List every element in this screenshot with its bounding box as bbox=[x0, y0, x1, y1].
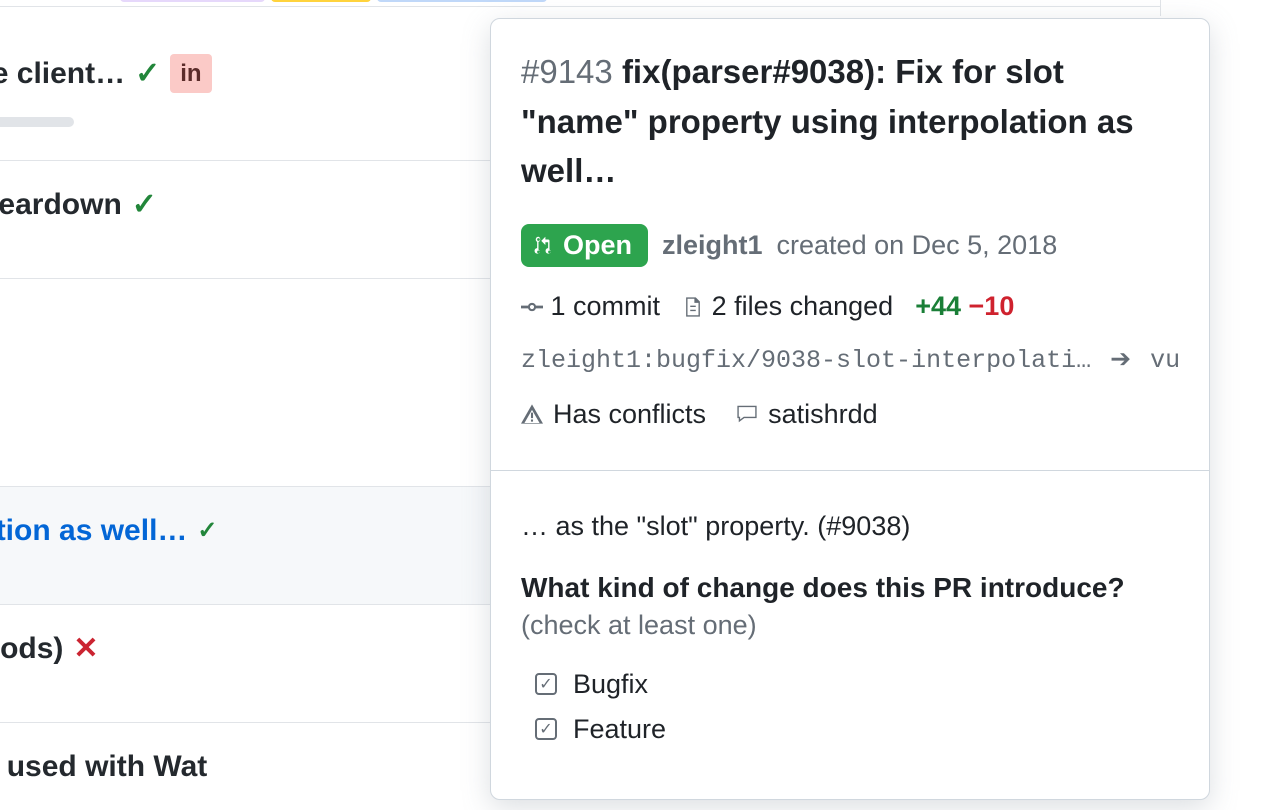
panel-body: … as the "slot" property. (#9038) What k… bbox=[491, 471, 1209, 799]
pr-title: ng type even when used with Wat bbox=[0, 747, 207, 786]
additions: +44 bbox=[915, 291, 961, 321]
label-badge: in bbox=[170, 54, 211, 93]
body-hint: (check at least one) bbox=[521, 610, 1179, 641]
check-icon: ✓ bbox=[132, 185, 157, 224]
conflicts: Has conflicts bbox=[521, 399, 706, 430]
list-item[interactable]: nks.css.map) in the client… ✓ in 2 of 13 bbox=[0, 0, 490, 161]
pr-full-title: #9143 fix(parser#9038): Fix for slot "na… bbox=[521, 47, 1179, 196]
list-item[interactable]: r ✓ bbox=[0, 279, 490, 487]
commits-text: 1 commit bbox=[551, 291, 661, 321]
diff-stats: +44 −10 bbox=[915, 291, 1014, 322]
progress-bar bbox=[0, 117, 74, 127]
list-item[interactable]: ng type even when used with Wat bbox=[0, 723, 490, 810]
checkbox-icon[interactable]: ✓ bbox=[535, 718, 557, 740]
pr-author[interactable]: zleight1 bbox=[662, 230, 763, 261]
pr-detail-panel: #9143 fix(parser#9038): Fix for slot "na… bbox=[490, 18, 1210, 800]
files-text: 2 files changed bbox=[712, 291, 894, 321]
checklist: ✓ Bugfix ✓ Feature bbox=[521, 669, 1179, 745]
commenter[interactable]: satishrdd bbox=[736, 399, 878, 430]
pr-created: created on Dec 5, 2018 bbox=[777, 230, 1058, 261]
branch-line: zleight1:bugfix/9038-slot-interpolati… ➔… bbox=[521, 344, 1179, 375]
pr-list: nks.css.map) in the client… ✓ in 2 of 13… bbox=[0, 0, 490, 810]
panel-header: #9143 fix(parser#9038): Fix for slot "na… bbox=[491, 19, 1209, 471]
state-badge: Open bbox=[521, 224, 648, 267]
git-commit-icon bbox=[521, 296, 543, 318]
list-item-active[interactable]: rty using interpolation as well… ✓ bbox=[0, 487, 490, 605]
conflicts-text: Has conflicts bbox=[553, 399, 706, 430]
pr-title: e current watcher teardown bbox=[0, 185, 122, 224]
alert-icon bbox=[521, 403, 543, 425]
file-diff-icon bbox=[682, 296, 704, 318]
body-snippet: … as the "slot" property. (#9038) bbox=[521, 511, 1179, 542]
deletions: −10 bbox=[969, 291, 1015, 321]
header-vertical-rule bbox=[1160, 0, 1161, 16]
branch-to[interactable]: vuejs:d… bbox=[1150, 346, 1179, 375]
x-icon: ✕ bbox=[73, 629, 98, 668]
commenter-name: satishrdd bbox=[768, 399, 878, 430]
check-icon: ✓ bbox=[135, 54, 160, 93]
check-item: ✓ Feature bbox=[535, 714, 1179, 745]
pr-number: #9143 bbox=[521, 53, 613, 90]
branch-from[interactable]: zleight1:bugfix/9038-slot-interpolati… bbox=[521, 346, 1091, 375]
conflict-line: Has conflicts satishrdd bbox=[521, 399, 1179, 430]
comment-icon bbox=[736, 403, 758, 425]
pr-title-text: fix(parser#9038): Fix for slot "name" pr… bbox=[521, 53, 1134, 189]
body-question: What kind of change does this PR introdu… bbox=[521, 572, 1179, 604]
git-pull-request-icon bbox=[533, 234, 555, 256]
commits[interactable]: 1 commit bbox=[521, 291, 660, 322]
tasklist: 2 of 13 bbox=[0, 107, 74, 136]
check-label: Feature bbox=[573, 714, 666, 745]
files-changed[interactable]: 2 files changed bbox=[682, 291, 893, 322]
commit-line: 1 commit 2 files changed +44 −10 bbox=[521, 291, 1179, 322]
pr-title: rty using interpolation as well… bbox=[0, 511, 187, 550]
status-line: Open zleight1 created on Dec 5, 2018 bbox=[521, 224, 1179, 267]
pr-title: osted special methods) bbox=[0, 629, 63, 668]
check-label: Bugfix bbox=[573, 669, 648, 700]
checkbox-icon[interactable]: ✓ bbox=[535, 673, 557, 695]
list-item[interactable]: e current watcher teardown ✓ bbox=[0, 161, 490, 279]
pr-title: nks.css.map) in the client… bbox=[0, 54, 125, 93]
state-text: Open bbox=[563, 230, 632, 261]
check-icon: ✓ bbox=[197, 515, 217, 546]
list-item[interactable]: osted special methods) ✕ bbox=[0, 605, 490, 723]
check-item: ✓ Bugfix bbox=[535, 669, 1179, 700]
